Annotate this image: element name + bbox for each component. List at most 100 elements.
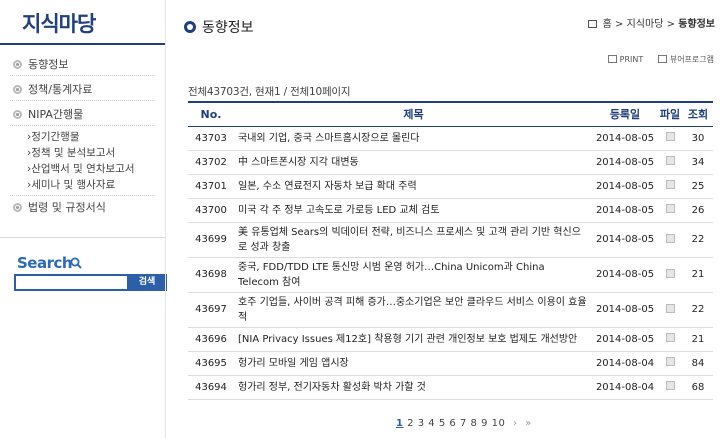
page-2[interactable]: 2 [407, 418, 414, 429]
col-header-views: 조회 [683, 101, 713, 127]
file-icon[interactable] [665, 381, 675, 390]
breadcrumb-separator: > [666, 19, 675, 30]
col-header-no: No. [188, 101, 234, 127]
page-6[interactable]: 6 [449, 418, 456, 429]
row-file [657, 292, 683, 328]
table-row[interactable]: 43696 [NIA Privacy Issues 제12호] 착용형 기기 관… [188, 327, 713, 352]
row-subject-link[interactable]: 헝가리 정부, 전기자동차 활성화 박차 가할 것 [234, 375, 593, 400]
menu-divider [10, 75, 155, 76]
print-button[interactable]: PRINT [607, 55, 644, 64]
record-count: 전체43703건, 현재1 / 전체10페이지 [188, 86, 351, 98]
table-row[interactable]: 43699 美 유통업체 Sears의 빅데이터 전략, 비즈니스 프로세스 및… [188, 222, 713, 258]
page-4[interactable]: 4 [428, 418, 435, 429]
row-date: 2014-08-05 [593, 198, 657, 223]
row-no: 43699 [188, 222, 234, 258]
page-8[interactable]: 8 [471, 418, 478, 429]
file-icon[interactable] [665, 233, 675, 243]
row-subject-link[interactable]: 호주 기업들, 사이버 공격 피해 증가…중소기업은 보안 클라우드 서비스 이… [234, 292, 593, 328]
table-row[interactable]: 43702 中 스마트폰시장 지각 대변동 2014-08-05 34 [188, 150, 713, 175]
table-row[interactable]: 43697 호주 기업들, 사이버 공격 피해 증가…중소기업은 보안 클라우드… [188, 292, 713, 328]
row-no: 43702 [188, 150, 234, 175]
breadcrumb-home[interactable]: 홈 [603, 19, 612, 30]
sidebar-item-laws-forms[interactable]: 법령 및 규정서식 [0, 197, 165, 218]
submenu-whitepapers[interactable]: ›산업백서 및 연차보고서 [0, 161, 165, 177]
row-file [657, 126, 683, 151]
row-subject-link[interactable]: 국내외 기업, 중국 스마트홈시장으로 몰린다 [234, 126, 593, 151]
row-no: 43694 [188, 375, 234, 400]
sidebar-item-label: NIPA간행물 [28, 108, 84, 121]
file-icon[interactable] [665, 333, 675, 342]
row-subject-link[interactable]: 中 스마트폰시장 지각 대변동 [234, 150, 593, 175]
home-icon [588, 20, 598, 28]
print-label: PRINT [619, 55, 644, 64]
row-date: 2014-08-04 [593, 375, 657, 400]
file-icon[interactable] [665, 156, 675, 165]
sidebar-item-policy-stats[interactable]: 정책/통계자료 [0, 79, 165, 100]
row-date: 2014-08-05 [593, 292, 657, 328]
bullet-icon [13, 85, 22, 94]
brand-title: 지식마당 [22, 12, 96, 36]
submenu-policy-reports[interactable]: ›정책 및 분석보고서 [0, 145, 165, 161]
page-5[interactable]: 5 [439, 418, 446, 429]
sidebar-item-trends[interactable]: 동향정보 [0, 54, 165, 75]
row-views: 21 [683, 257, 713, 293]
row-subject-link[interactable]: 헝가리 모바일 게임 앱시장 [234, 351, 593, 376]
row-file [657, 222, 683, 258]
row-views: 21 [683, 327, 713, 352]
page-3[interactable]: 3 [418, 418, 425, 429]
col-header-file: 파일 [657, 101, 683, 127]
file-icon[interactable] [665, 204, 675, 213]
row-subject-link[interactable]: [NIA Privacy Issues 제12호] 착용형 기기 관련 개인정보… [234, 327, 593, 352]
table-row[interactable]: 43700 미국 각 주 정부 고속도로 가로등 LED 교체 검토 2014-… [188, 198, 713, 223]
row-subject-link[interactable]: 美 유통업체 Sears의 빅데이터 전략, 비즈니스 프로세스 및 고객 관리… [234, 222, 593, 258]
file-icon[interactable] [665, 132, 675, 141]
submenu-seminars[interactable]: ›세미나 및 행사자료 [0, 177, 165, 193]
last-page-button[interactable]: » [525, 418, 532, 429]
table-row[interactable]: 43701 일본, 수소 연료전지 자동차 보급 확대 주력 2014-08-0… [188, 174, 713, 199]
row-file [657, 351, 683, 376]
bullet-icon [13, 203, 22, 212]
row-views: 30 [683, 126, 713, 151]
file-icon[interactable] [665, 357, 675, 366]
table-row[interactable]: 43703 국내외 기업, 중국 스마트홈시장으로 몰린다 2014-08-05… [188, 126, 713, 151]
next-page-button[interactable]: › [513, 418, 518, 429]
page-9[interactable]: 9 [481, 418, 488, 429]
title-row: 동향정보 홈 > 지식마당 > 동향정보 [166, 0, 720, 45]
row-subject-link[interactable]: 중국, FDD/TDD LTE 통신망 시범 운영 허가…China Unico… [234, 257, 593, 293]
board-table: No. 제목 등록일 파일 조회 43703 국내외 기업, 중국 스마트홈시장… [188, 101, 713, 400]
row-no: 43696 [188, 327, 234, 352]
search-button[interactable]: 검색 [127, 274, 167, 291]
viewer-label: 뷰어프로그램 [669, 55, 714, 64]
row-views: 25 [683, 174, 713, 199]
row-no: 43701 [188, 174, 234, 199]
page-1[interactable]: 1 [396, 418, 403, 429]
menu-divider [10, 125, 155, 126]
viewer-button[interactable]: 뷰어프로그램 [657, 55, 714, 64]
file-icon[interactable] [665, 180, 675, 189]
row-file [657, 174, 683, 199]
search-title: Search [17, 254, 73, 272]
row-subject-link[interactable]: 미국 각 주 정부 고속도로 가로등 LED 교체 검토 [234, 198, 593, 223]
table-row[interactable]: 43698 중국, FDD/TDD LTE 통신망 시범 운영 허가…China… [188, 257, 713, 293]
page-10[interactable]: 10 [492, 418, 506, 429]
col-header-date: 등록일 [593, 101, 657, 127]
row-date: 2014-08-05 [593, 327, 657, 352]
sidebar-item-nipa-publications[interactable]: NIPA간행물 [0, 104, 165, 125]
pagination: 1 2 3 4 5 6 7 8 9 10 › » [396, 418, 532, 429]
sidebar-item-label: 법령 및 규정서식 [28, 201, 106, 214]
sidebar: 지식마당 동향정보 정책/통계자료 NIPA간행물 ›정기간행물 ›정책 및 분… [0, 0, 167, 438]
row-date: 2014-08-05 [593, 174, 657, 199]
bullet-icon [13, 110, 22, 119]
breadcrumb-knowledge[interactable]: 지식마당 [627, 19, 664, 30]
search-input[interactable] [14, 274, 127, 291]
table-row[interactable]: 43695 헝가리 모바일 게임 앱시장 2014-08-04 84 [188, 351, 713, 376]
page-7[interactable]: 7 [460, 418, 467, 429]
submenu-periodicals[interactable]: ›정기간행물 [0, 129, 165, 145]
viewer-icon [657, 55, 667, 63]
file-icon[interactable] [665, 268, 675, 278]
table-row[interactable]: 43694 헝가리 정부, 전기자동차 활성화 박차 가할 것 2014-08-… [188, 375, 713, 400]
row-no: 43695 [188, 351, 234, 376]
row-views: 34 [683, 150, 713, 175]
row-subject-link[interactable]: 일본, 수소 연료전지 자동차 보급 확대 주력 [234, 174, 593, 199]
file-icon[interactable] [665, 303, 675, 313]
